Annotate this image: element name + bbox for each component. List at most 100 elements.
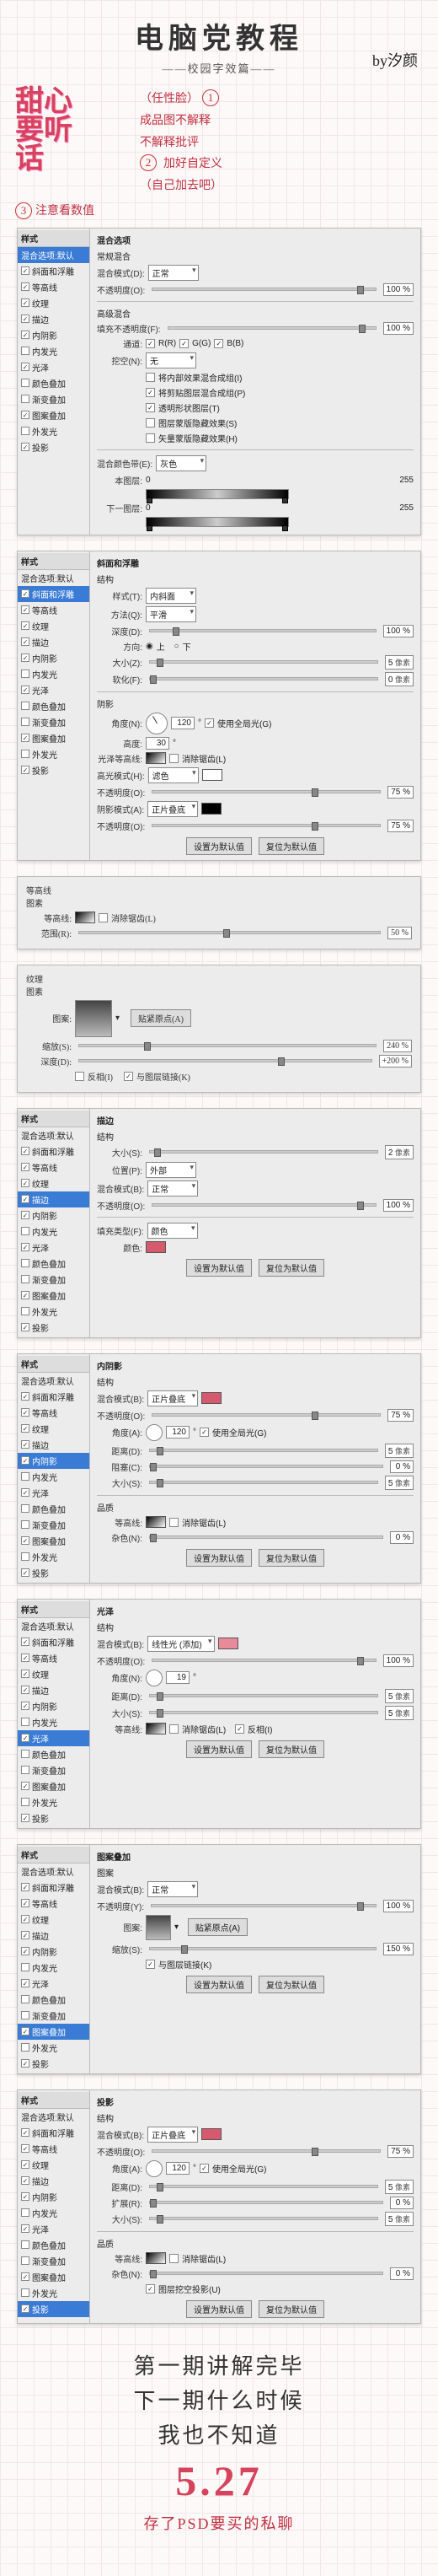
style-checkbox[interactable]: ✓ <box>21 1638 29 1646</box>
is-blend-dropdown[interactable]: 正片叠底 <box>147 1390 198 1406</box>
sidebar-item[interactable]: ✓投影 <box>18 1320 89 1336</box>
sidebar-item[interactable]: 渐变叠加 <box>18 2008 89 2024</box>
style-checkbox[interactable] <box>21 1520 29 1529</box>
style-checkbox[interactable]: ✓ <box>21 331 29 339</box>
satin-color-swatch[interactable] <box>218 1638 238 1649</box>
sidebar-item[interactable]: 渐变叠加 <box>18 1517 89 1533</box>
sidebar-item[interactable]: 外发光 <box>18 2285 89 2301</box>
style-checkbox[interactable]: ✓ <box>21 1408 29 1417</box>
style-checkbox[interactable] <box>21 2043 29 2052</box>
blendif-dropdown[interactable]: 灰色 <box>156 455 206 471</box>
style-checkbox[interactable] <box>21 1504 29 1513</box>
style-checkbox[interactable] <box>21 2256 29 2265</box>
blend-interior-checkbox[interactable] <box>146 373 155 382</box>
sidebar-item[interactable]: 外发光 <box>18 423 89 439</box>
depth-slider[interactable] <box>149 629 377 632</box>
reset-default-button[interactable]: 复位为默认值 <box>259 2300 324 2318</box>
sidebar-item[interactable]: ✓投影 <box>18 1565 89 1581</box>
sidebar-item[interactable]: 颜色叠加 <box>18 1256 89 1272</box>
style-checkbox[interactable]: ✓ <box>21 1147 29 1155</box>
style-checkbox[interactable] <box>21 750 29 758</box>
highlight-color-swatch[interactable] <box>202 769 222 781</box>
invert-checkbox[interactable]: ✓ <box>235 1724 244 1734</box>
sidebar-item[interactable]: 内发光 <box>18 2205 89 2221</box>
style-checkbox[interactable]: ✓ <box>21 2027 29 2036</box>
style-checkbox[interactable] <box>21 427 29 435</box>
sidebar-item[interactable]: 渐变叠加 <box>18 1272 89 1288</box>
bevel-technique-dropdown[interactable]: 平滑 <box>146 606 196 622</box>
style-checkbox[interactable]: ✓ <box>21 1211 29 1219</box>
dir-down-radio[interactable]: ○ <box>174 642 179 651</box>
sidebar-item[interactable]: ✓图案叠加 <box>18 1288 89 1304</box>
aa-checkbox[interactable] <box>169 754 179 763</box>
reset-default-button[interactable]: 复位为默认值 <box>259 1259 324 1277</box>
style-checkbox[interactable]: ✓ <box>21 589 29 598</box>
sidebar-item-blending-options[interactable]: 混合选项:默认 <box>18 1127 89 1143</box>
style-checkbox[interactable]: ✓ <box>21 2304 29 2313</box>
style-checkbox[interactable] <box>21 395 29 403</box>
sidebar-item[interactable]: ✓光泽 <box>18 1976 89 1992</box>
channel-r-checkbox[interactable]: ✓ <box>146 339 155 348</box>
sidebar-item[interactable]: 外发光 <box>18 2040 89 2056</box>
sidebar-item[interactable]: ✓斜面和浮雕 <box>18 263 89 279</box>
opacity-value[interactable]: 100 <box>383 283 414 296</box>
style-checkbox[interactable]: ✓ <box>21 1291 29 1299</box>
contour-picker[interactable] <box>146 2252 166 2264</box>
set-default-button[interactable]: 设置为默认值 <box>186 837 252 855</box>
sidebar-item-blending-options[interactable]: 混合选项:默认 <box>18 570 89 586</box>
reset-default-button[interactable]: 复位为默认值 <box>259 837 324 855</box>
style-checkbox[interactable] <box>21 2208 29 2217</box>
style-checkbox[interactable]: ✓ <box>21 734 29 742</box>
sidebar-item[interactable]: ✓描边 <box>18 1928 89 1944</box>
style-checkbox[interactable]: ✓ <box>21 766 29 774</box>
style-checkbox[interactable] <box>21 1798 29 1806</box>
style-checkbox[interactable]: ✓ <box>21 1702 29 1710</box>
style-checkbox[interactable]: ✓ <box>21 2272 29 2281</box>
style-checkbox[interactable]: ✓ <box>21 1814 29 1822</box>
sidebar-item[interactable]: 渐变叠加 <box>18 1762 89 1778</box>
aa-checkbox[interactable] <box>99 913 108 922</box>
sidebar-item[interactable]: ✓内阴影 <box>18 1698 89 1714</box>
style-checkbox[interactable] <box>21 702 29 710</box>
sidebar-item[interactable]: ✓纹理 <box>18 2157 89 2173</box>
sidebar-item-blending-options[interactable]: 混合选项:默认 <box>18 1373 89 1389</box>
vector-mask-hide-checkbox[interactable] <box>146 433 155 443</box>
sidebar-item[interactable]: ✓描边 <box>18 634 89 650</box>
sidebar-item[interactable]: ✓光泽 <box>18 1485 89 1501</box>
style-checkbox[interactable]: ✓ <box>21 363 29 371</box>
style-checkbox[interactable]: ✓ <box>21 653 29 662</box>
sidebar-item[interactable]: ✓纹理 <box>18 1912 89 1928</box>
fill-value[interactable]: 100 <box>383 322 414 335</box>
invert-checkbox[interactable] <box>75 1072 84 1081</box>
sidebar-item[interactable]: 外发光 <box>18 1549 89 1565</box>
sidebar-item[interactable]: ✓斜面和浮雕 <box>18 1143 89 1159</box>
style-checkbox[interactable]: ✓ <box>21 1979 29 1987</box>
sidebar-item[interactable]: ✓纹理 <box>18 1666 89 1682</box>
aa-checkbox[interactable] <box>169 1724 179 1734</box>
sidebar-item[interactable]: 颜色叠加 <box>18 1992 89 2008</box>
style-checkbox[interactable] <box>21 1259 29 1267</box>
style-checkbox[interactable]: ✓ <box>21 1686 29 1694</box>
style-checkbox[interactable]: ✓ <box>21 1931 29 1939</box>
scale-slider[interactable] <box>78 1044 377 1047</box>
set-default-button[interactable]: 设置为默认值 <box>186 1976 252 1993</box>
sidebar-item[interactable]: ✓图案叠加 <box>18 1778 89 1794</box>
sidebar-item[interactable]: ✓斜面和浮雕 <box>18 1634 89 1650</box>
style-checkbox[interactable]: ✓ <box>21 298 29 307</box>
channel-b-checkbox[interactable]: ✓ <box>214 339 223 348</box>
sidebar-item[interactable]: ✓内阴影 <box>18 327 89 343</box>
knockout-dropdown[interactable]: 无 <box>146 352 196 368</box>
sidebar-item[interactable]: 内发光 <box>18 666 89 682</box>
style-checkbox[interactable]: ✓ <box>21 605 29 614</box>
size-slider[interactable] <box>149 660 378 664</box>
style-checkbox[interactable] <box>21 2288 29 2297</box>
style-checkbox[interactable]: ✓ <box>21 1195 29 1203</box>
snap-origin-button[interactable]: 贴紧原点(A) <box>131 1009 191 1027</box>
pattern-picker[interactable] <box>75 1000 112 1037</box>
style-checkbox[interactable] <box>21 1995 29 2003</box>
angle-dial-icon[interactable] <box>146 1670 163 1686</box>
sidebar-item[interactable]: ✓斜面和浮雕 <box>18 2125 89 2141</box>
layer-mask-hide-checkbox[interactable] <box>146 418 155 428</box>
angle-dial-icon[interactable] <box>146 2160 163 2177</box>
sidebar-item[interactable]: ✓光泽 <box>18 359 89 375</box>
